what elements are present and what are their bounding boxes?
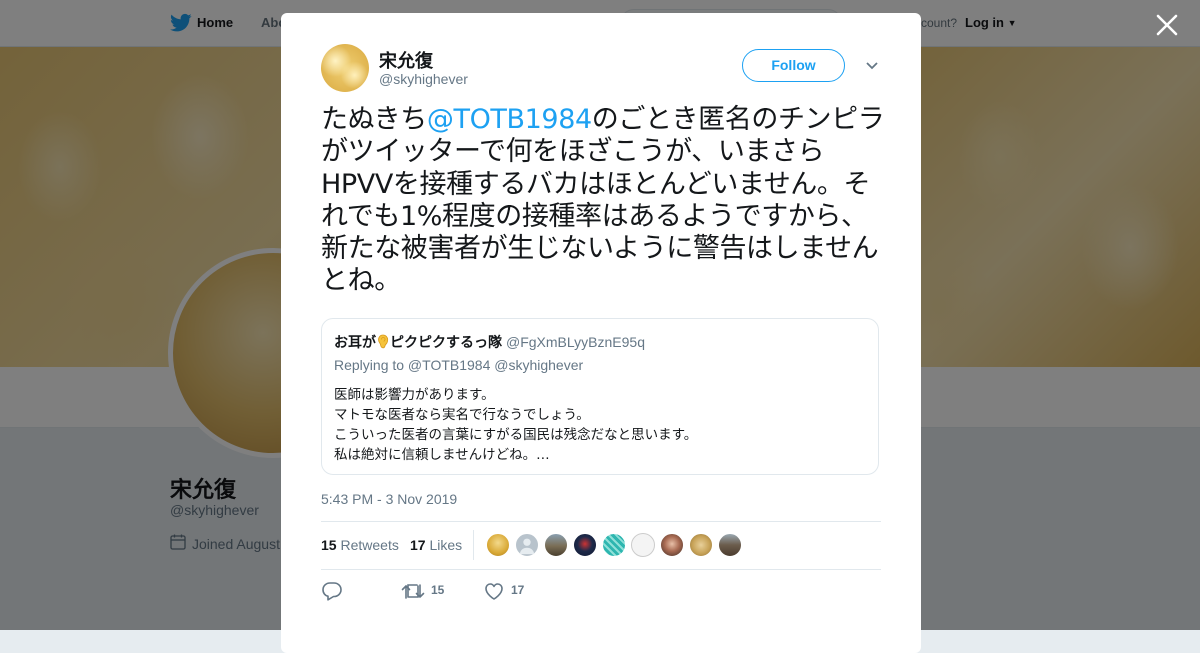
quoted-author-handle: @FgXmBLyyBznE95q bbox=[506, 334, 645, 350]
tweet-permalink-modal: 宋允復 @skyhighever Follow たぬきち@TOTB1984のごと… bbox=[281, 13, 921, 653]
close-icon[interactable] bbox=[1154, 12, 1180, 38]
woman-avatar-icon[interactable] bbox=[660, 533, 684, 557]
mention-link[interactable]: @TOTB1984 bbox=[427, 104, 592, 135]
divider bbox=[473, 530, 474, 560]
tweet-actions: 15 17 bbox=[321, 581, 881, 605]
dark-avatar-icon[interactable] bbox=[573, 533, 597, 557]
chevron-down-icon[interactable] bbox=[865, 61, 879, 71]
ear-emoji-icon bbox=[378, 334, 389, 349]
retweet-icon bbox=[401, 584, 425, 599]
tweet-timestamp[interactable]: 5:43 PM - 3 Nov 2019 bbox=[321, 491, 457, 507]
author-avatar[interactable] bbox=[321, 44, 369, 92]
sketch-avatar-icon[interactable] bbox=[631, 533, 655, 557]
tweet-stats: 15 Retweets 17 Likes bbox=[321, 521, 881, 570]
quoted-text-line: マトモな医者なら実名で行なうでしょう。 bbox=[334, 407, 590, 423]
tweet-text: たぬきち@TOTB1984のごとき匿名のチンピラがツイッターで何をほざこうが、い… bbox=[321, 104, 885, 297]
quoted-text-line: 私は絶対に信頼しませんけどね。… bbox=[334, 447, 550, 463]
landscape-avatar-icon[interactable] bbox=[544, 533, 568, 557]
retweets-stat[interactable]: 15 Retweets bbox=[321, 537, 399, 553]
author-name[interactable]: 宋允復 bbox=[379, 47, 433, 73]
quoted-tweet-text: 医師は影響力があります。 マトモな医者なら実名で行なうでしょう。 こういった医者… bbox=[334, 385, 697, 465]
quoted-tweet-header: お耳が ピクピクするっ隊 @FgXmBLyyBznE95q bbox=[334, 332, 645, 352]
quoted-tweet[interactable]: お耳が ピクピクするっ隊 @FgXmBLyyBznE95q Replying to … bbox=[321, 318, 879, 475]
quoted-author-name: お耳が ピクピクするっ隊 bbox=[334, 334, 502, 351]
teal-pattern-avatar-icon[interactable] bbox=[602, 533, 626, 557]
reply-icon bbox=[322, 582, 342, 601]
quoted-replying-to: Replying to @TOTB1984 @skyhighever bbox=[334, 357, 584, 373]
likes-stat[interactable]: 17 Likes bbox=[410, 537, 462, 553]
default-user-avatar-icon[interactable] bbox=[515, 533, 539, 557]
like-count: 17 bbox=[511, 583, 525, 597]
follow-button[interactable]: Follow bbox=[742, 49, 845, 82]
gold-avatar-icon[interactable] bbox=[689, 533, 713, 557]
retweet-count: 15 bbox=[431, 583, 445, 597]
quoted-text-line: こういった医者の言葉にすがる国民は残念だなと思います。 bbox=[334, 427, 698, 443]
blonde-avatar-icon[interactable] bbox=[486, 533, 510, 557]
author-handle[interactable]: @skyhighever bbox=[379, 71, 468, 87]
rock-avatar-icon[interactable] bbox=[718, 533, 742, 557]
quoted-text-line: 医師は影響力があります。 bbox=[334, 387, 495, 403]
heart-icon bbox=[485, 583, 503, 600]
